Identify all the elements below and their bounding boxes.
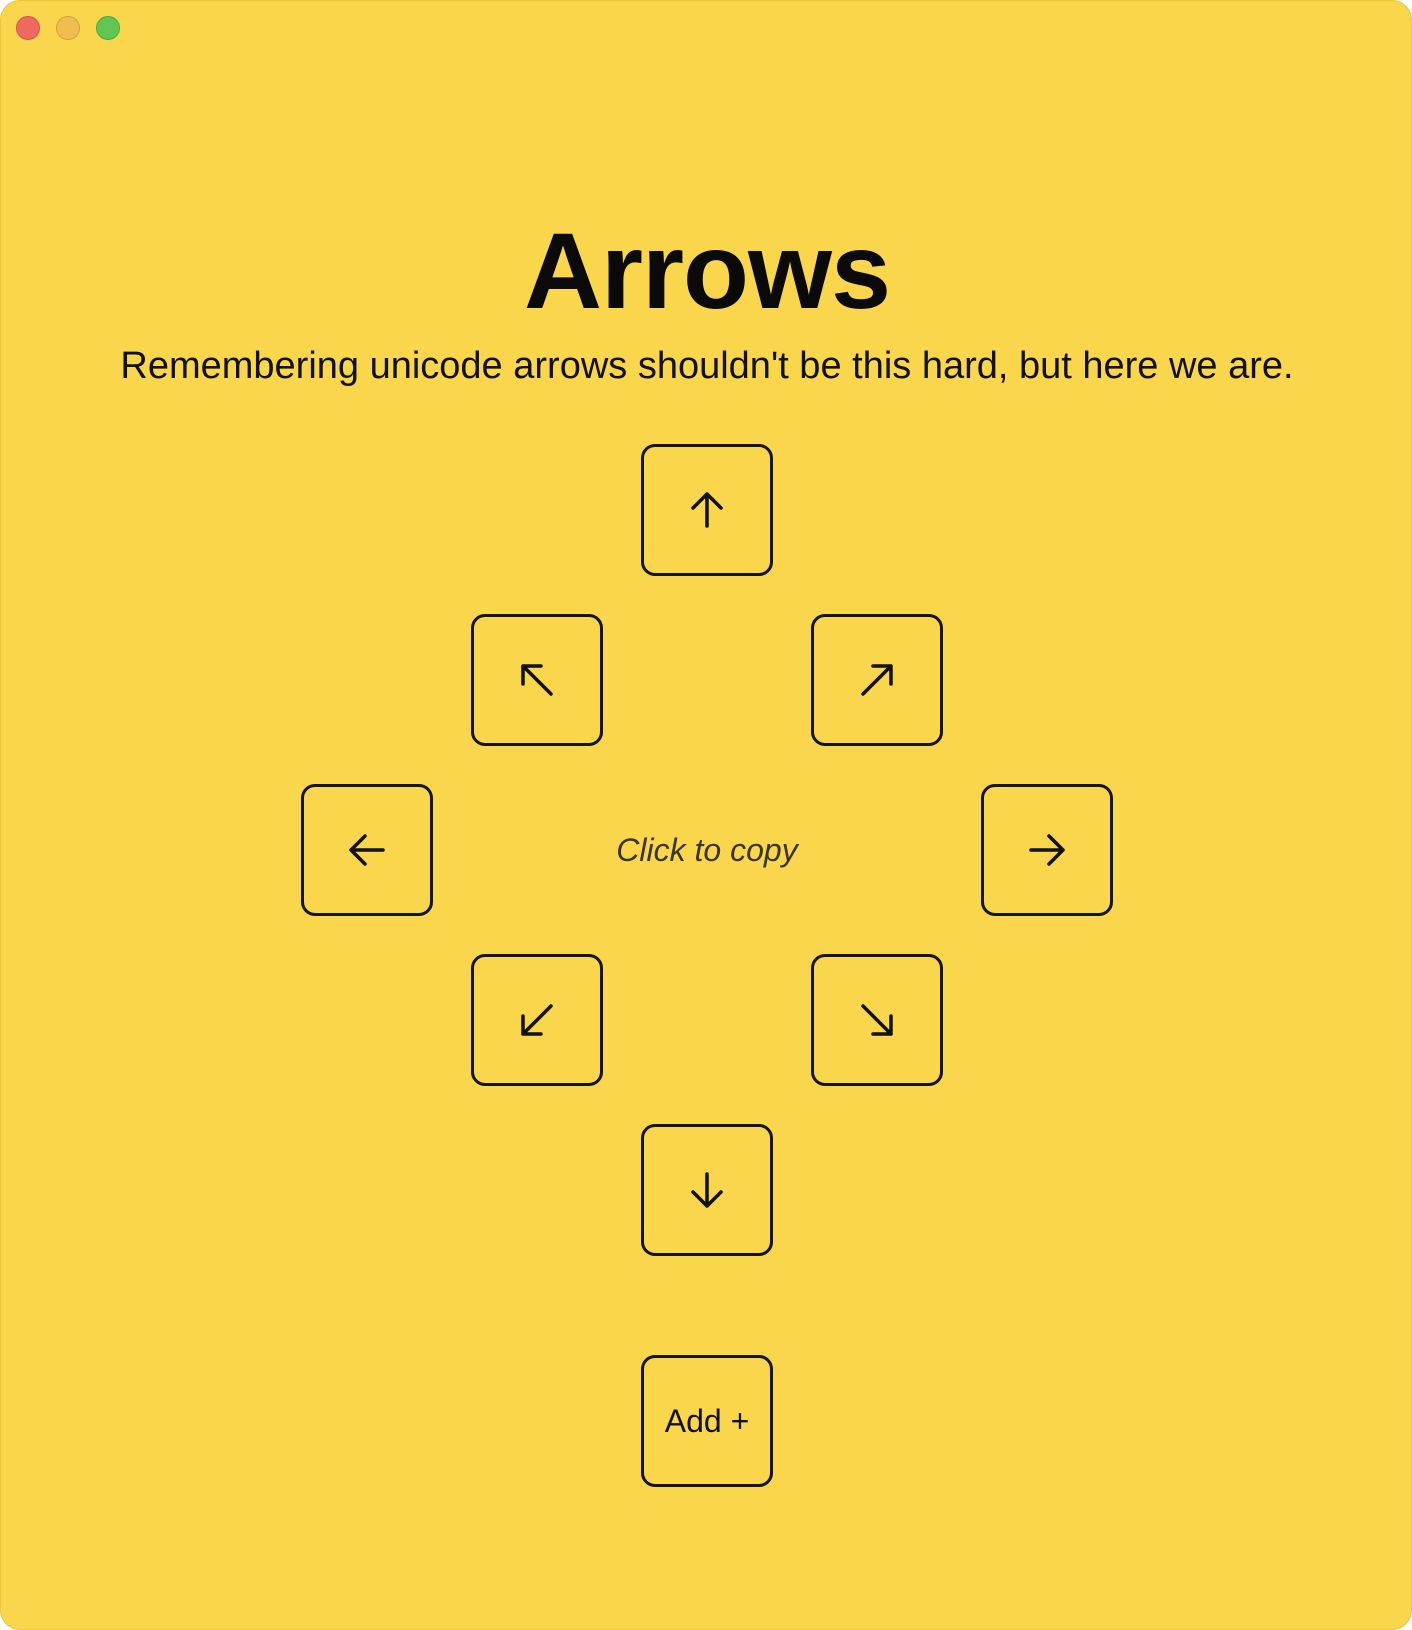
arrow-up-right-button[interactable] — [811, 614, 943, 746]
zoom-window-button[interactable] — [96, 16, 120, 40]
arrow-right-icon — [1029, 834, 1065, 866]
add-button-label: Add + — [664, 1402, 750, 1439]
arrow-down-left-button[interactable] — [471, 954, 603, 1086]
page-title: Arrows — [523, 210, 891, 331]
arrow-up-right-icon — [861, 664, 893, 696]
click-to-copy-hint: Click to copy — [616, 832, 798, 868]
arrow-down-right-icon — [861, 1004, 893, 1036]
add-arrow-button[interactable]: Add + — [641, 1355, 773, 1487]
arrow-down-icon — [691, 1172, 723, 1208]
arrow-right-button[interactable] — [981, 784, 1113, 916]
minimize-window-button[interactable] — [56, 16, 80, 40]
page-subtitle: Remembering unicode arrows shouldn't be … — [120, 345, 1294, 387]
close-window-button[interactable] — [16, 16, 40, 40]
arrow-down-left-icon — [521, 1004, 553, 1036]
arrow-down-button[interactable] — [641, 1124, 773, 1256]
arrow-left-button[interactable] — [301, 784, 433, 916]
arrow-up-left-button[interactable] — [471, 614, 603, 746]
app-window: Arrows Remembering unicode arrows should… — [0, 0, 1412, 1630]
arrow-up-button[interactable] — [641, 444, 773, 576]
arrow-down-right-button[interactable] — [811, 954, 943, 1086]
arrow-up-left-icon — [521, 664, 553, 696]
arrow-up-icon — [691, 492, 723, 528]
arrow-left-icon — [349, 834, 385, 866]
